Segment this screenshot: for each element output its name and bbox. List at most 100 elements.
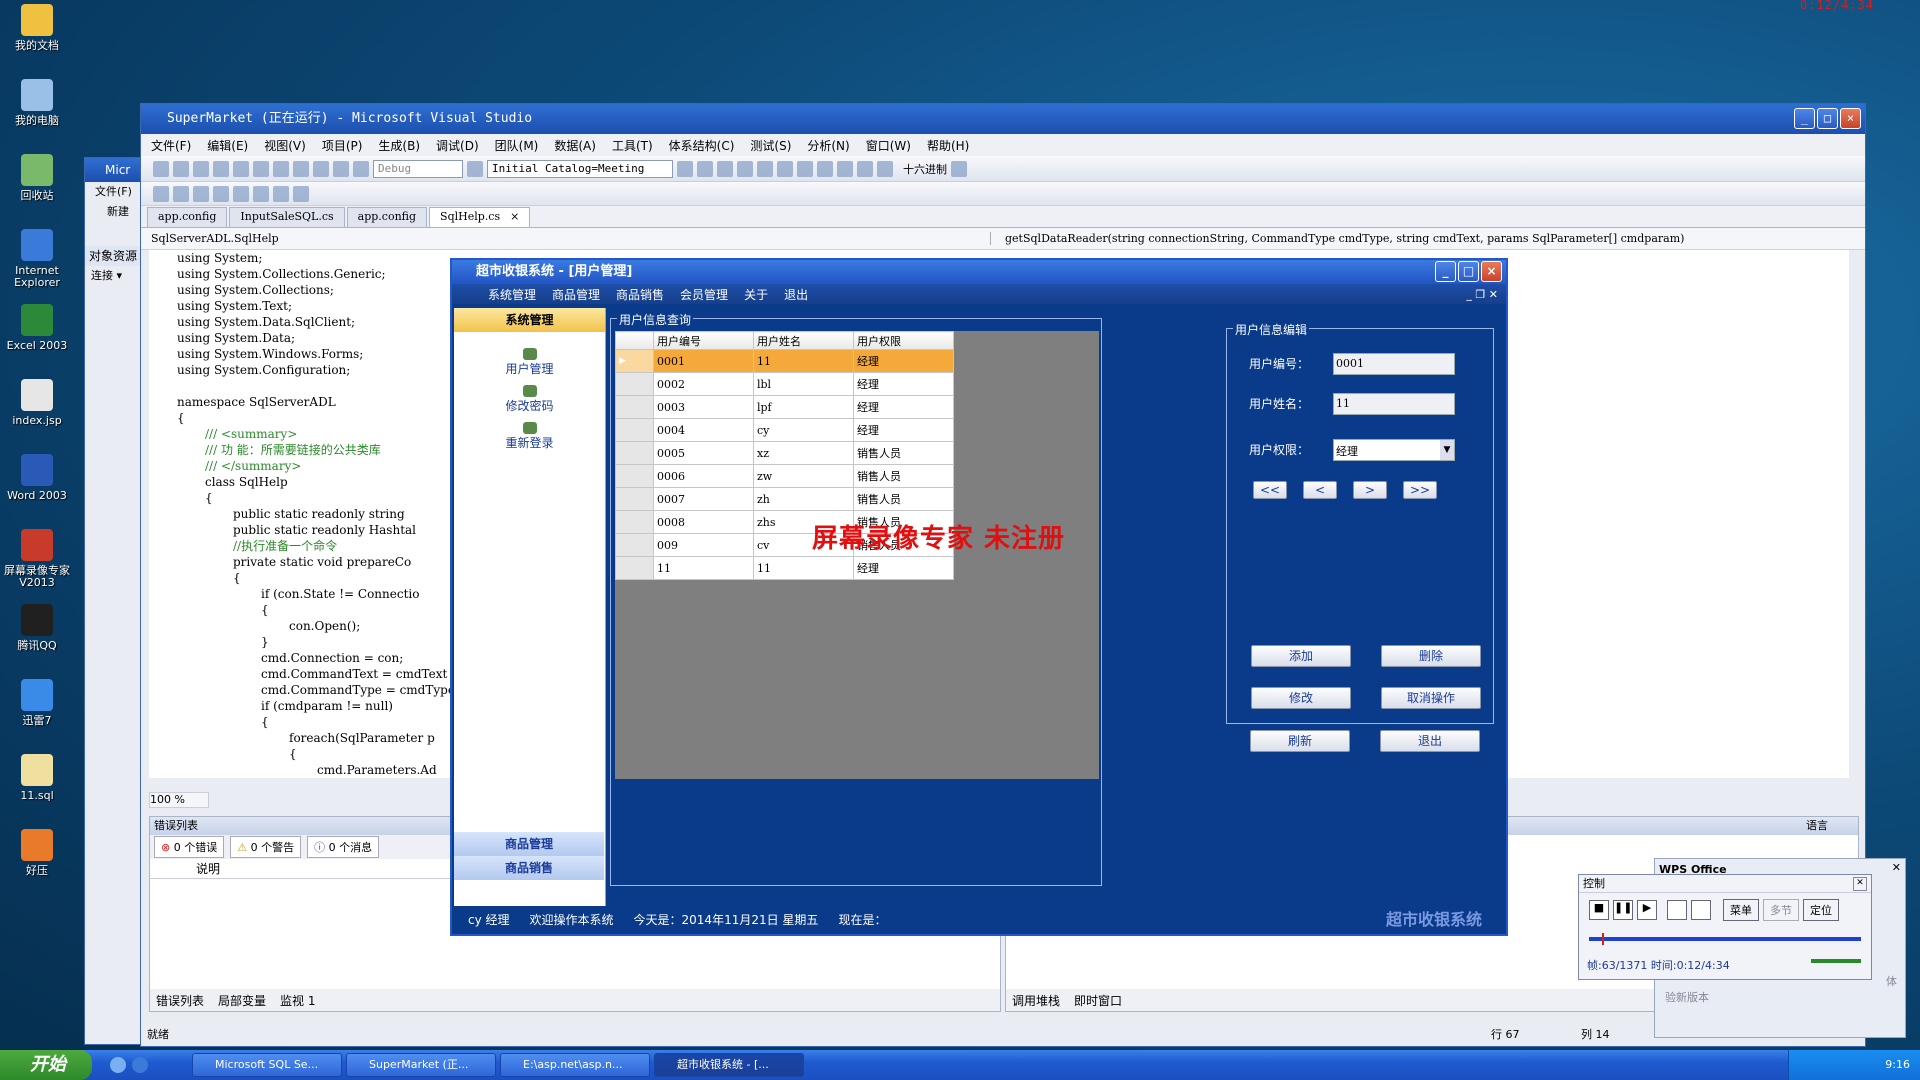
save-all-icon[interactable]: [213, 160, 229, 177]
grid-cell[interactable]: 0004: [653, 418, 754, 442]
taskbar-button[interactable]: SuperMarket (正...: [346, 1053, 496, 1077]
grid-cell[interactable]: 0003: [653, 395, 754, 419]
nav-product-management[interactable]: 商品管理: [454, 832, 604, 856]
solution-config-combo[interactable]: Debug: [373, 159, 463, 178]
desktop-icon[interactable]: 屏幕录像专家 V2013: [4, 529, 70, 589]
nav-item[interactable]: 修改密码: [454, 385, 605, 414]
cancel-button[interactable]: 取消操作: [1381, 687, 1481, 709]
desktop-icon[interactable]: 迅雷7: [4, 679, 70, 727]
delete-button[interactable]: 删除: [1381, 645, 1481, 667]
warnings-filter[interactable]: ⚠ 0 个警告: [230, 836, 302, 858]
error-pane-tab[interactable]: 错误列表: [156, 992, 204, 1009]
navigate-icon[interactable]: [333, 160, 349, 177]
close-tab-icon[interactable]: ×: [510, 210, 519, 223]
grid-cell[interactable]: zw: [753, 464, 854, 488]
recorder-close-icon[interactable]: ✕: [1853, 877, 1867, 891]
app-menu-item[interactable]: 系统管理: [488, 286, 536, 303]
debug-continue-icon[interactable]: [757, 160, 773, 177]
desktop-icon[interactable]: Internet Explorer: [4, 229, 70, 289]
grid-cell[interactable]: 经理: [853, 372, 954, 396]
stop-debug-icon[interactable]: [797, 160, 813, 177]
grid-column-header[interactable]: 用户编号: [653, 331, 754, 350]
grid-cell[interactable]: 11: [753, 556, 854, 580]
maximize-button[interactable]: □: [1817, 108, 1838, 129]
fullscreen-icon[interactable]: [1691, 900, 1711, 920]
pause-icon[interactable]: ❚❚: [1613, 900, 1633, 920]
recorder-multi-button[interactable]: 多节: [1763, 899, 1799, 921]
row-header[interactable]: [615, 418, 654, 442]
table-row[interactable]: 0003 lpf 经理: [615, 395, 954, 419]
table-row[interactable]: ▶ 0001 11 经理: [615, 349, 954, 373]
row-header[interactable]: [615, 372, 654, 396]
grid-column-header[interactable]: 用户权限: [853, 331, 954, 350]
row-header[interactable]: [615, 395, 654, 419]
grid-cell[interactable]: 经理: [853, 395, 954, 419]
vs-menu-item[interactable]: 团队(M): [495, 137, 539, 154]
vs-menu-item[interactable]: 视图(V): [264, 137, 306, 154]
grid-cell[interactable]: 0002: [653, 372, 754, 396]
grid-column-header[interactable]: 用户姓名: [753, 331, 854, 350]
ie-quicklaunch-icon[interactable]: [132, 1057, 148, 1073]
vs-menu-item[interactable]: 体系结构(C): [669, 137, 735, 154]
grid-cell[interactable]: lbl: [753, 372, 854, 396]
nav-header-system[interactable]: 系统管理: [454, 308, 605, 332]
grid-cell[interactable]: 009: [653, 533, 754, 557]
recorder-control-panel[interactable]: 控制 ✕ ■ ❚❚ ▶ 菜单 多节 定位 帧:63/1371 时间:0:12/4…: [1578, 874, 1872, 980]
class-combo[interactable]: SqlServerADL.SqlHelp: [141, 232, 991, 245]
vs-menu-item[interactable]: 编辑(E): [207, 137, 248, 154]
vs-menu-item[interactable]: 工具(T): [612, 137, 653, 154]
grid-cell[interactable]: 0005: [653, 441, 754, 465]
row-header[interactable]: [615, 533, 654, 557]
app-minimize-button[interactable]: _: [1435, 261, 1456, 282]
chevron-down-icon[interactable]: ▼: [1440, 440, 1454, 460]
row-header[interactable]: [615, 487, 654, 511]
copy-icon[interactable]: [253, 160, 269, 177]
member-combo[interactable]: getSqlDataReader(string connectionString…: [991, 232, 1851, 245]
grid-cell[interactable]: lpf: [753, 395, 854, 419]
user-id-input[interactable]: 0001: [1333, 353, 1455, 375]
next-record-button[interactable]: >: [1353, 481, 1387, 499]
comment-icon[interactable]: [153, 185, 169, 202]
app-menu-item[interactable]: 退出: [784, 286, 808, 303]
undo-icon[interactable]: [293, 160, 309, 177]
desktop-icon[interactable]: index.jsp: [4, 379, 70, 427]
app-close-button[interactable]: ×: [1481, 261, 1502, 282]
taskbar-button[interactable]: Microsoft SQL Se...: [192, 1053, 342, 1077]
table-row[interactable]: 0007 zh 销售人员: [615, 487, 954, 511]
desktop-icon[interactable]: 回收站: [4, 154, 70, 202]
error-pane-tab[interactable]: 监视 1: [280, 992, 315, 1009]
open-file-icon[interactable]: [173, 160, 189, 177]
catalog-combo[interactable]: Initial Catalog=Meeting: [487, 159, 673, 178]
bookmark-icon[interactable]: [233, 185, 249, 202]
row-header[interactable]: ▶: [615, 349, 654, 373]
grid-cell[interactable]: cy: [753, 418, 854, 442]
vs-title-bar[interactable]: SuperMarket (正在运行) - Microsoft Visual St…: [141, 104, 1865, 134]
document-tab[interactable]: SqlHelp.cs ×: [429, 207, 531, 227]
paste-icon[interactable]: [273, 160, 289, 177]
vs-menu-item[interactable]: 数据(A): [554, 137, 596, 154]
cashier-app-window[interactable]: 超市收银系统 - [用户管理] _ □ × 系统管理 商品管理 商品销售 会员管理 关于 退出…: [450, 258, 1508, 936]
grid-cell[interactable]: 11: [653, 556, 754, 580]
oe-file-menu[interactable]: 文件(F): [85, 182, 145, 202]
outdent-icon[interactable]: [213, 185, 229, 202]
restart-icon[interactable]: [817, 160, 833, 177]
document-tab[interactable]: InputSaleSQL.cs: [229, 207, 345, 227]
redo-icon[interactable]: [313, 160, 329, 177]
error-pane-tab[interactable]: 局部变量: [218, 992, 266, 1009]
cut-icon[interactable]: [233, 160, 249, 177]
properties-icon[interactable]: [697, 160, 713, 177]
wps-update-link[interactable]: 验新版本: [1665, 989, 1709, 1005]
play-icon[interactable]: ▶: [1637, 900, 1657, 920]
sql-object-explorer-window[interactable]: Micr 文件(F) 新建 对象资源 连接 ▾: [84, 157, 146, 1045]
grid-cell[interactable]: 经理: [853, 349, 954, 373]
recorder-progress-track[interactable]: [1589, 933, 1861, 945]
users-grid[interactable]: 用户编号 用户姓名 用户权限 ▶ 0001 11 经理 0002 lbl 经理 0003 lpf 经理 0…: [615, 331, 1099, 779]
table-row[interactable]: 0004 cy 经理: [615, 418, 954, 442]
oe-connect-button[interactable]: 连接 ▾: [85, 266, 145, 286]
vs-menu-item[interactable]: 文件(F): [151, 137, 191, 154]
prev-bookmark-icon[interactable]: [253, 185, 269, 202]
recorder-locate-button[interactable]: 定位: [1803, 899, 1839, 921]
desktop-icon[interactable]: 好压: [4, 829, 70, 877]
grid-cell[interactable]: 销售人员: [853, 464, 954, 488]
grid-cell[interactable]: 11: [753, 349, 854, 373]
